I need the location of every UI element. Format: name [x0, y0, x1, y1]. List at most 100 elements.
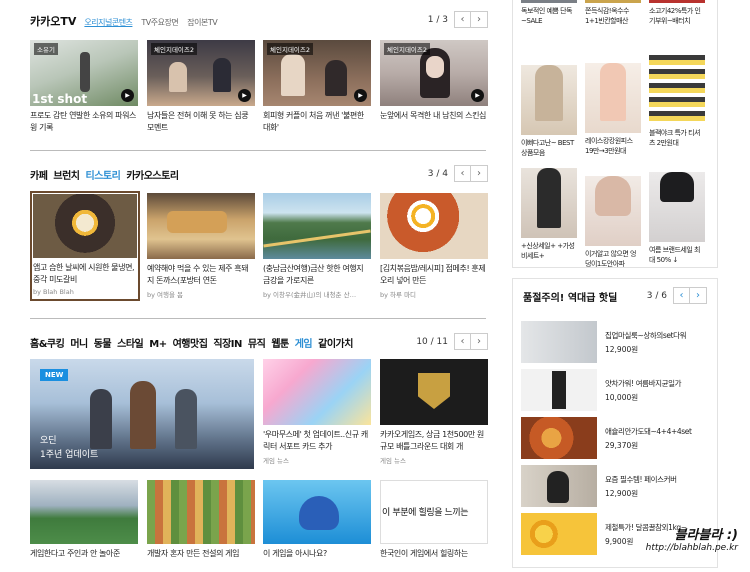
post-title[interactable]: 앱고 습한 날씨에 시원한 물냉면, 중각 미도갈비: [33, 262, 137, 286]
video-thumbnail[interactable]: 체인지데이즈2 ▶: [380, 40, 488, 106]
tab-tv-highlights[interactable]: TV주요장면: [141, 17, 178, 28]
shopping-item[interactable]: 여름 브랜드세일 최대 50% ↓: [649, 162, 705, 265]
prev-page-button[interactable]: ‹: [454, 165, 471, 182]
hotdeal-item[interactable]: 애슐리안가도돼~4+4+4set 29,370원: [521, 417, 692, 459]
tab-kakaostory[interactable]: 카카오스토리: [126, 167, 179, 182]
video-title[interactable]: 프로도 감탄 연발한 소유의 파워스윙 기록: [30, 110, 138, 134]
game-thumbnail[interactable]: [263, 480, 371, 544]
shopping-item[interactable]: 쫀득식감!옥수수 1+1빈칸할매산: [585, 0, 641, 26]
product-label[interactable]: 여름 브랜드세일 최대 50% ↓: [649, 245, 705, 265]
video-title[interactable]: 눈앞에서 목격한 내 남친의 스킨십: [380, 110, 488, 134]
product-image[interactable]: [521, 465, 597, 507]
tab-japbon-tv[interactable]: 잡이본TV: [187, 17, 217, 28]
tab-cafe[interactable]: 카페: [30, 167, 48, 182]
product-image[interactable]: [585, 0, 641, 3]
news-card[interactable]: '우마무스메' 첫 업데이트..신규 캐릭터 서포트 카드 추가 게임 뉴스: [263, 359, 371, 465]
product-label[interactable]: 블랙야크 특가 티셔츠 2만원대: [649, 128, 705, 148]
post-title[interactable]: [김치볶음밥/레시피] 점메추! 훈제오리 넣어 만든: [380, 263, 488, 287]
product-image[interactable]: [521, 168, 577, 238]
tab-together[interactable]: 같이가치: [318, 335, 353, 350]
video-thumbnail[interactable]: 체인지데이즈2 ▶: [147, 40, 255, 106]
product-label[interactable]: +신상세일+ +가성비세트+: [521, 241, 577, 261]
tab-mplus[interactable]: M+: [149, 339, 167, 350]
product-label[interactable]: 이뻐다고난~ BEST상품모음: [521, 138, 577, 158]
product-label[interactable]: 레이스캉캉원피스 19만→3만원대: [585, 136, 641, 156]
game-title[interactable]: 개발자 혼자 만든 전설의 게임: [147, 548, 255, 572]
game-thumbnail[interactable]: 이 부분에 힐링을 느끼는: [380, 480, 488, 544]
next-page-button[interactable]: ›: [690, 287, 707, 304]
post-title[interactable]: (충남금산여행)금산 핫한 여행지 금강을 가로지른: [263, 263, 371, 287]
product-name[interactable]: 애슐리안가도돼~4+4+4set: [605, 426, 692, 437]
post-thumbnail[interactable]: [380, 193, 488, 259]
product-image[interactable]: [521, 65, 577, 135]
video-title[interactable]: 회피형 커플이 처음 꺼낸 '불편한 대화': [263, 110, 371, 134]
game-card[interactable]: 이 게임을 아시나요?: [263, 480, 371, 572]
news-title[interactable]: 카카오게임즈, 상금 1천500만 원 규모 배틀그라운드 대회 개: [380, 429, 488, 453]
shopping-item[interactable]: 소고기42%특가 인기부위~배터치: [649, 0, 705, 26]
product-image[interactable]: [649, 172, 705, 242]
post-card[interactable]: [김치볶음밥/레시피] 점메추! 훈제오리 넣어 만든 by 하루 마디: [380, 193, 488, 299]
shopping-item[interactable]: +신상세일+ +가성비세트+: [521, 162, 577, 261]
hotdeal-item[interactable]: 얏차가워! 여름바지균일가 10,000원: [521, 369, 681, 411]
product-image[interactable]: [585, 63, 641, 133]
video-thumbnail[interactable]: 체인지데이즈2 ▶: [263, 40, 371, 106]
product-name[interactable]: 얏차가워! 여름바지균일가: [605, 378, 681, 389]
product-image[interactable]: [521, 369, 597, 411]
game-title[interactable]: 이 게임을 아시나요?: [263, 548, 371, 572]
tab-money[interactable]: 머니: [70, 335, 88, 350]
tab-workplace[interactable]: 직장IN: [213, 335, 242, 350]
product-image[interactable]: [521, 0, 577, 3]
prev-page-button[interactable]: ‹: [454, 11, 471, 28]
post-thumbnail[interactable]: [263, 193, 371, 259]
video-card[interactable]: 체인지데이즈2 ▶ 회피형 커플이 처음 꺼낸 '불편한 대화': [263, 40, 371, 134]
video-card[interactable]: 체인지데이즈2 ▶ 눈앞에서 목격한 내 남친의 스킨십: [380, 40, 488, 134]
product-image[interactable]: [521, 417, 597, 459]
shopping-item[interactable]: 이뻐다고난~ BEST상품모음: [521, 55, 577, 158]
game-thumbnail[interactable]: [147, 480, 255, 544]
game-card[interactable]: 게임한다고 주인과 안 놀아준: [30, 480, 138, 572]
next-page-button[interactable]: ›: [471, 165, 488, 182]
product-name[interactable]: 요즘 필수템! 페이스커버: [605, 474, 677, 485]
feature-thumbnail[interactable]: NEW 오딘 1주년 업데이트: [30, 359, 254, 469]
tab-webtoon[interactable]: 웹툰: [271, 335, 289, 350]
product-image[interactable]: [521, 513, 597, 555]
product-image[interactable]: [585, 176, 641, 246]
product-label[interactable]: 이거알고 않으면 엉덩이1도안아파: [585, 249, 641, 269]
product-label[interactable]: 쫀득식감!옥수수 1+1빈칸할매산: [585, 6, 641, 26]
hotdeal-item[interactable]: 집업마실룩~상하의set다워 12,900원: [521, 321, 687, 363]
game-title[interactable]: 한국인이 게임에서 힐링하는: [380, 548, 488, 572]
news-card[interactable]: 카카오게임즈, 상금 1천500만 원 규모 배틀그라운드 대회 개 게임 뉴스: [380, 359, 488, 465]
product-image[interactable]: [649, 0, 705, 3]
post-card-selected[interactable]: 앱고 습한 날씨에 시원한 물냉면, 중각 미도갈비 by Blah Blah: [30, 191, 140, 301]
next-page-button[interactable]: ›: [471, 333, 488, 350]
tab-brunch[interactable]: 브런치: [53, 167, 80, 182]
product-label[interactable]: 소고기42%특가 인기부위~배터치: [649, 6, 705, 26]
game-card[interactable]: 이 부분에 힐링을 느끼는 한국인이 게임에서 힐링하는: [380, 480, 488, 572]
tab-animal[interactable]: 동물: [94, 335, 112, 350]
post-thumbnail[interactable]: [33, 194, 137, 258]
post-thumbnail[interactable]: [147, 193, 255, 259]
prev-page-button[interactable]: ‹: [673, 287, 690, 304]
post-card[interactable]: 예약해야 먹을 수 있는 제주 흑돼지 돈까스(포방터 연돈 by 여행을 봄: [147, 193, 255, 299]
tab-home-cooking[interactable]: 홈&쿠킹: [30, 335, 65, 350]
product-image[interactable]: [649, 55, 705, 125]
shopping-item[interactable]: 레이스캉캉원피스 19만→3만원대: [585, 55, 641, 156]
tab-game[interactable]: 게임: [295, 335, 313, 350]
news-title[interactable]: '우마무스메' 첫 업데이트..신규 캐릭터 서포트 카드 추가: [263, 429, 371, 453]
news-thumbnail[interactable]: [263, 359, 371, 425]
tab-travel-food[interactable]: 여행맛집: [173, 335, 208, 350]
video-thumbnail[interactable]: 소유기 1st shot ▶: [30, 40, 138, 106]
video-card[interactable]: 소유기 1st shot ▶ 프로도 감탄 연발한 소유의 파워스윙 기록: [30, 40, 138, 134]
tab-original-content[interactable]: 오리지널콘텐츠: [84, 17, 133, 28]
next-page-button[interactable]: ›: [471, 11, 488, 28]
game-thumbnail[interactable]: [30, 480, 138, 544]
news-thumbnail[interactable]: [380, 359, 488, 425]
product-image[interactable]: [521, 321, 597, 363]
shopping-item[interactable]: 이거알고 않으면 엉덩이1도안아파: [585, 162, 641, 269]
tab-style[interactable]: 스타일: [117, 335, 144, 350]
shopping-item[interactable]: 독보적인 예쁨 단독~SALE: [521, 0, 577, 26]
product-name[interactable]: 집업마실룩~상하의set다워: [605, 330, 687, 341]
video-card[interactable]: 체인지데이즈2 ▶ 남자들은 전혀 이해 못 하는 심쿵 모멘트: [147, 40, 255, 134]
tab-tistory[interactable]: 티스토리: [86, 167, 121, 182]
video-title[interactable]: 남자들은 전혀 이해 못 하는 심쿵 모멘트: [147, 110, 255, 134]
